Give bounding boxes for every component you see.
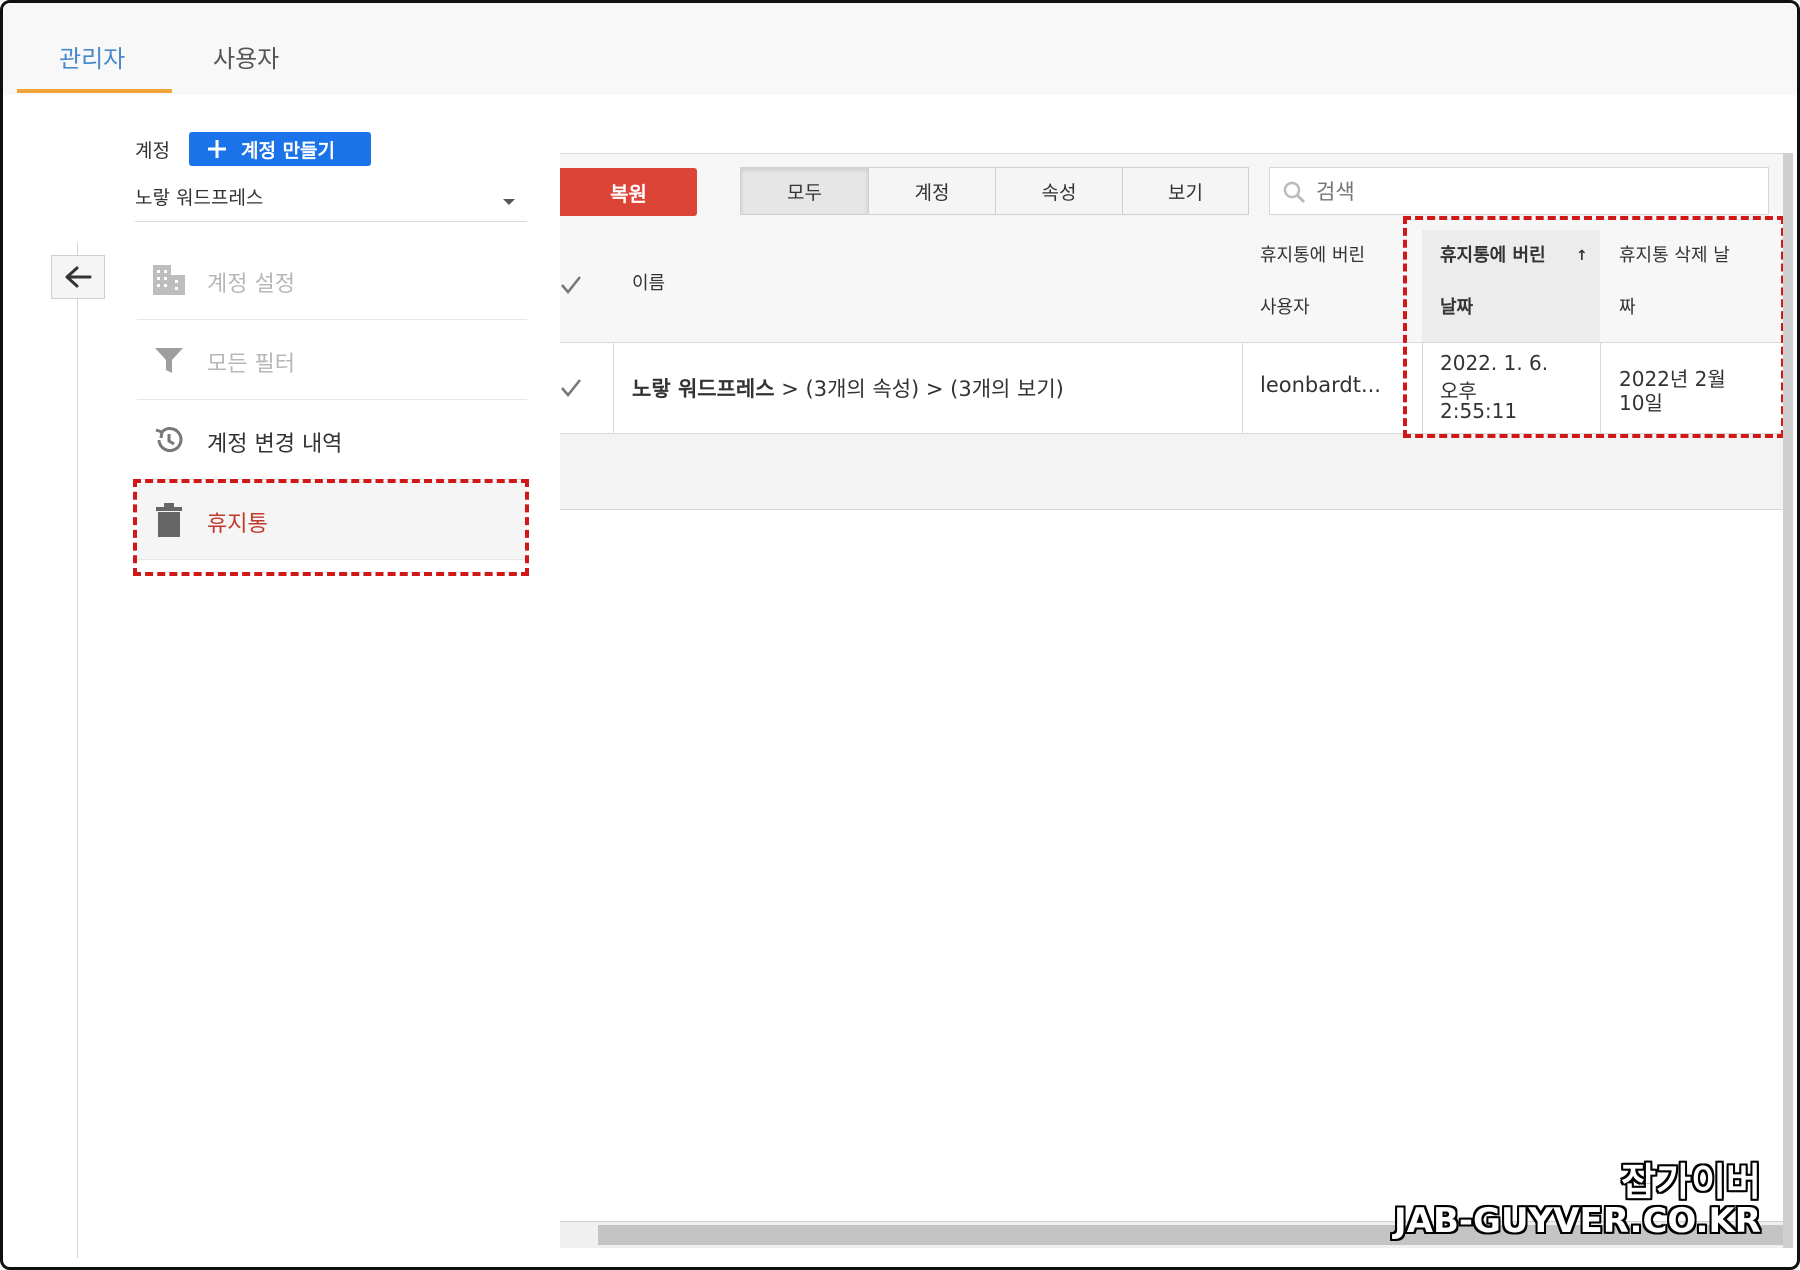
header-name[interactable]: 이름	[632, 258, 665, 310]
filter-property-button[interactable]: 속성	[995, 167, 1123, 215]
header-trashed-by-line1[interactable]: 휴지통에 버린	[1260, 230, 1365, 282]
menu-label-all-filters: 모든 필터	[207, 352, 295, 377]
filter-all-button[interactable]: 모두	[740, 167, 869, 215]
date-columns-highlight-box	[1403, 216, 1785, 438]
tab-users[interactable]: 사용자	[213, 39, 279, 74]
history-icon	[149, 421, 189, 459]
row-name-account: 노랗 워드프레스	[632, 377, 775, 401]
left-divider	[77, 243, 78, 1258]
menu-item-change-history[interactable]: 계정 변경 내역	[137, 401, 527, 480]
filter-view-button[interactable]: 보기	[1122, 167, 1249, 215]
building-icon	[149, 261, 189, 299]
create-account-button[interactable]: 계정 만들기	[189, 132, 371, 166]
menu-label-change-history: 계정 변경 내역	[207, 432, 343, 457]
vertical-scrollbar[interactable]	[1783, 153, 1793, 1248]
menu-label-account-settings: 계정 설정	[207, 272, 295, 297]
top-tab-bar: 관리자 사용자	[3, 3, 1797, 95]
watermark-url: JAB-GUYVER.CO.KR	[1394, 1201, 1761, 1241]
caret-down-icon	[503, 199, 515, 205]
header-trashed-by-line2[interactable]: 사용자	[1260, 282, 1310, 334]
row-name: 노랗 워드프레스 > (3개의 속성) > (3개의 보기)	[632, 373, 1064, 403]
trash-highlight-box	[133, 479, 529, 576]
menu-item-account-settings[interactable]: 계정 설정	[137, 241, 527, 320]
column-divider	[613, 343, 614, 433]
arrow-left-icon	[65, 266, 92, 288]
row-name-path: > (3개의 속성) > (3개의 보기)	[774, 377, 1064, 401]
table-footer-area	[560, 434, 1783, 510]
restore-button[interactable]: 복원	[560, 168, 697, 216]
plus-icon	[208, 140, 226, 158]
create-account-label: 계정 만들기	[241, 139, 336, 162]
filter-account-button[interactable]: 계정	[868, 167, 996, 215]
tab-admin[interactable]: 관리자	[59, 39, 125, 74]
account-selector[interactable]: 노랗 워드프레스	[135, 183, 527, 222]
account-label: 계정	[135, 140, 170, 162]
search-input[interactable]	[1314, 176, 1758, 208]
app-window: 관리자 사용자 계정 계정 만들기 노랗 워드프레스 계정 설정 모든 필터 계…	[0, 0, 1800, 1270]
menu-item-all-filters[interactable]: 모든 필터	[137, 321, 527, 400]
account-selected-value: 노랗 워드프레스	[135, 187, 264, 209]
row-checkbox[interactable]	[560, 377, 582, 399]
search-box[interactable]	[1269, 167, 1769, 215]
search-icon	[1283, 181, 1306, 204]
select-all-checkbox[interactable]	[560, 274, 582, 296]
watermark-title: 잡가이버	[1621, 1160, 1761, 1204]
back-button[interactable]	[51, 255, 105, 299]
column-divider	[1242, 343, 1243, 433]
active-tab-indicator	[17, 89, 172, 93]
filter-icon	[149, 341, 189, 379]
row-trashed-by: leonbardt...	[1260, 373, 1381, 397]
